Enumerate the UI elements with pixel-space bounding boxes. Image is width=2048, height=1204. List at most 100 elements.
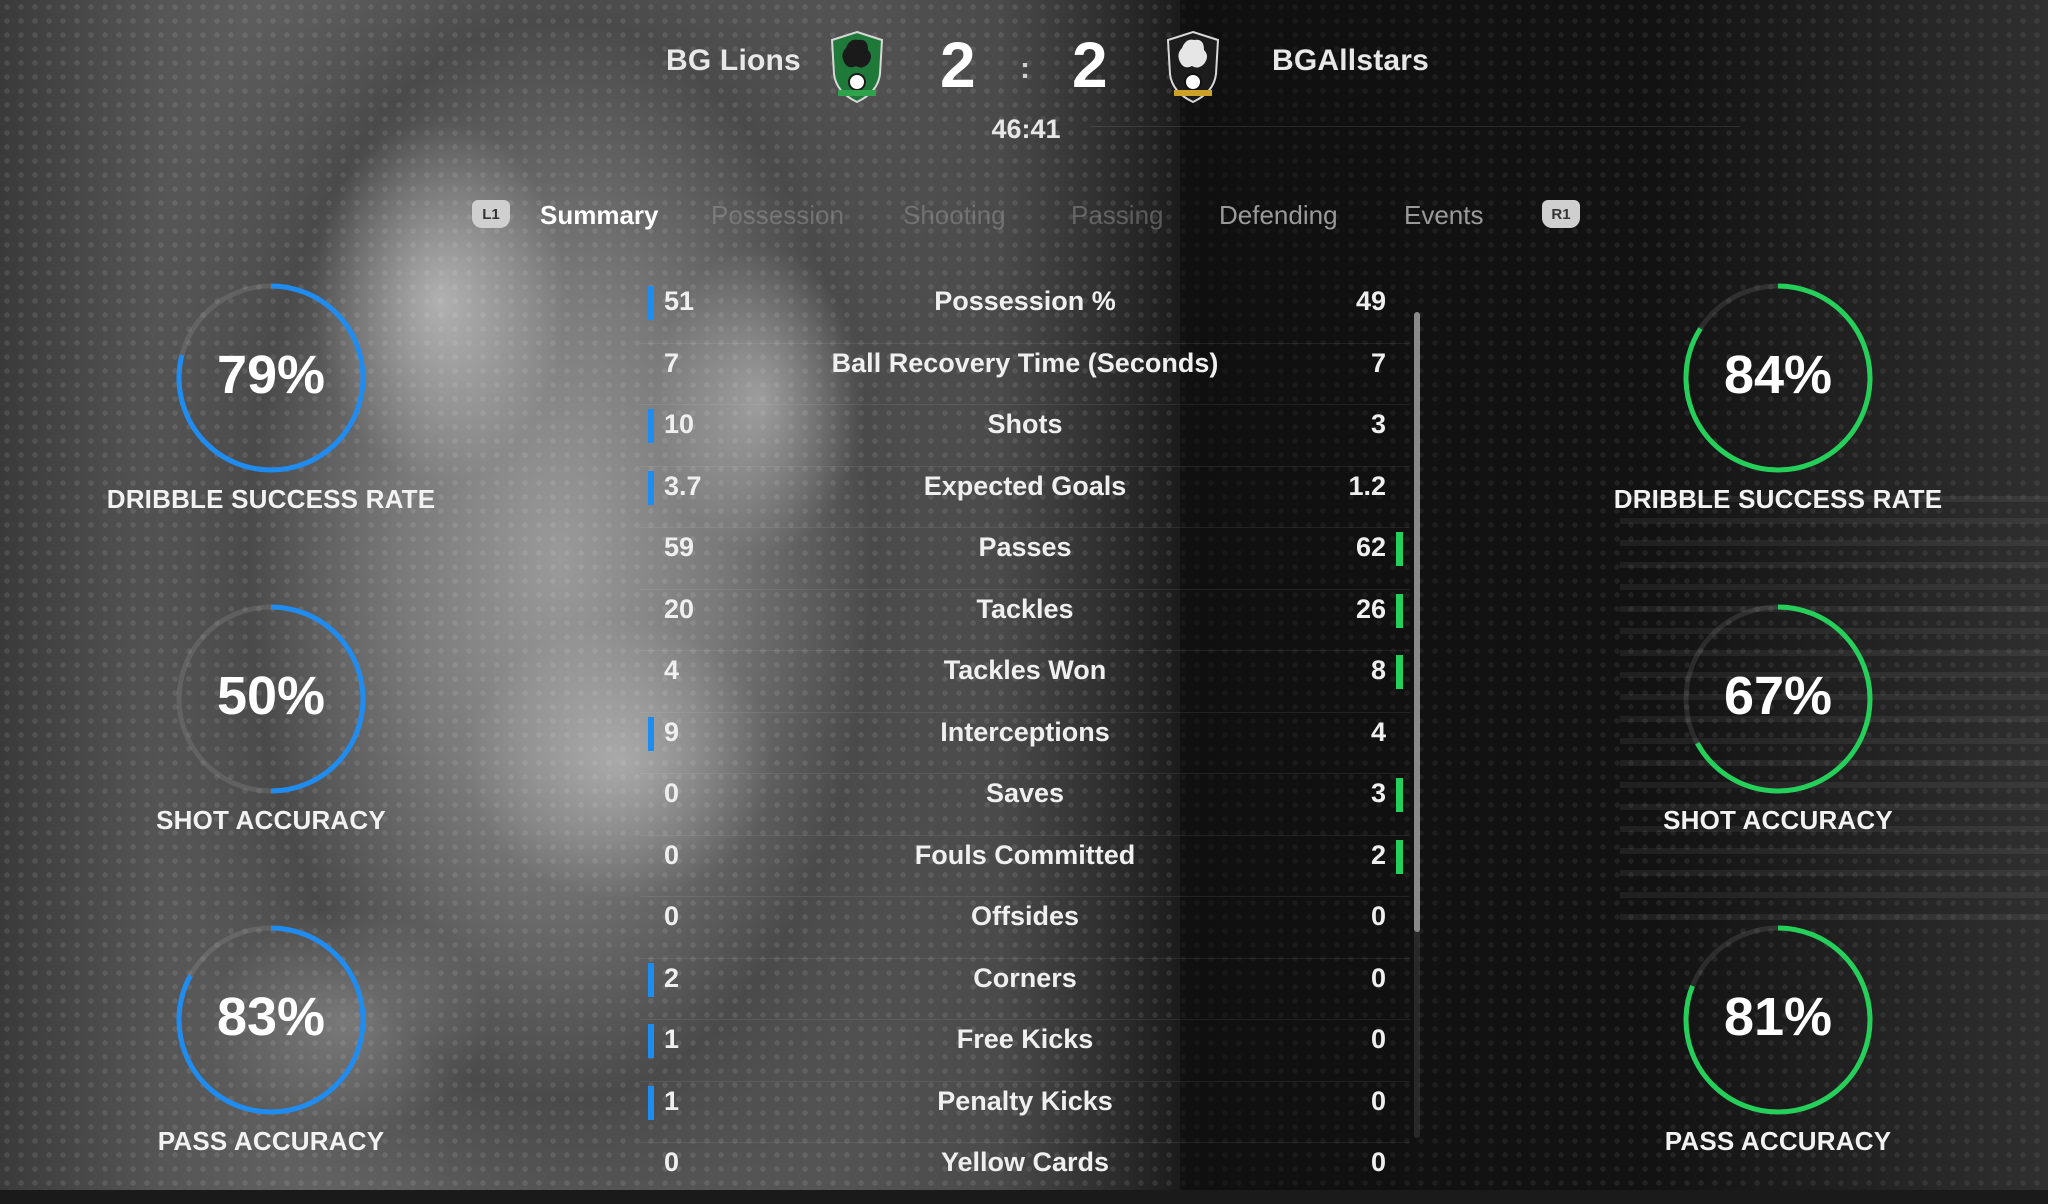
stat-label: Saves <box>985 778 1065 808</box>
home-stat-value: 9 <box>664 716 680 747</box>
stat-ring: 67% SHOT ACCURACY <box>1568 599 1988 835</box>
away-stat-value: 3 <box>1370 409 1386 439</box>
away-stat-value: 0 <box>1370 1024 1386 1054</box>
away-lead-indicator <box>1396 532 1403 566</box>
stat-row: 7 Ball Recovery Time (Seconds) 7 <box>640 344 1410 405</box>
stat-row: 1 Penalty Kicks 0 <box>640 1082 1410 1143</box>
stat-label: Possession % <box>934 286 1116 316</box>
stat-label: Fouls Committed <box>914 839 1136 870</box>
stats-list[interactable]: 51 Possession % 49 7 Ball Recovery Time (Sec… <box>640 282 1410 1204</box>
ring-percentage: 83% <box>216 987 326 1047</box>
home-stat-value: 7 <box>664 347 680 378</box>
stats-scrollbar[interactable] <box>1414 312 1420 1138</box>
ring-label: SHOT ACCURACY <box>156 805 386 835</box>
home-lead-indicator <box>648 1024 654 1058</box>
stat-label: Passes <box>978 532 1072 562</box>
ring-label: PASS ACCURACY <box>157 1126 385 1156</box>
away-lead-indicator <box>1396 778 1403 812</box>
stat-ring: 84% DRIBBLE SUCCESS RATE <box>1568 278 1988 514</box>
home-stat-value: 10 <box>664 409 695 439</box>
home-stat-value: 51 <box>664 286 695 316</box>
home-lead-indicator <box>648 409 654 443</box>
stat-row: 9 Interceptions 4 <box>640 713 1410 774</box>
away-stat-value: 7 <box>1370 347 1386 378</box>
home-stat-value: 1 <box>664 1085 680 1116</box>
home-score: 2 <box>940 29 976 101</box>
r1-bumper-button[interactable]: R1 <box>1542 200 1580 228</box>
home-lead-indicator <box>648 962 654 997</box>
stat-row: 59 Passes 62 <box>640 528 1410 590</box>
home-stat-value: 0 <box>664 778 680 808</box>
ring-label: DRIBBLE SUCCESS RATE <box>1613 484 1943 514</box>
away-stat-value: 4 <box>1370 716 1386 747</box>
stat-label: Ball Recovery Time (Seconds) <box>831 347 1219 378</box>
home-stat-value: 2 <box>664 962 680 993</box>
stat-row: 0 Offsides 0 <box>640 897 1410 959</box>
ring-label: SHOT ACCURACY <box>1663 805 1893 835</box>
home-stat-value: 0 <box>664 1147 680 1177</box>
away-lead-indicator <box>1396 593 1403 628</box>
home-stat-value: 59 <box>664 532 695 562</box>
ring-label: DRIBBLE SUCCESS RATE <box>106 484 436 514</box>
home-lead-indicator <box>648 1085 654 1120</box>
tab-passing[interactable]: Passing <box>1071 200 1164 231</box>
away-stat-value: 49 <box>1355 286 1386 316</box>
stat-row: 10 Shots 3 <box>640 405 1410 467</box>
stat-ring: 50% SHOT ACCURACY <box>61 599 481 835</box>
home-stat-value: 0 <box>664 839 680 870</box>
stat-row: 1 Free Kicks 0 <box>640 1020 1410 1082</box>
home-stat-value: 0 <box>664 901 680 931</box>
home-lead-indicator <box>648 286 654 320</box>
ring-percentage: 50% <box>216 666 326 726</box>
ring-percentage: 81% <box>1723 987 1833 1047</box>
match-clock: 46:41 <box>991 114 1061 144</box>
away-lead-indicator <box>1396 839 1403 874</box>
home-stat-value: 1 <box>664 1024 680 1054</box>
away-stat-value: 8 <box>1370 655 1386 685</box>
home-stat-value: 4 <box>664 655 680 685</box>
away-lead-indicator <box>1396 655 1403 689</box>
tab-defending[interactable]: Defending <box>1219 200 1338 231</box>
away-stat-value: 2 <box>1370 839 1386 870</box>
stat-label: Free Kicks <box>956 1024 1094 1054</box>
l1-bumper-button[interactable]: L1 <box>472 200 510 228</box>
stats-scrollbar-thumb[interactable] <box>1414 312 1420 932</box>
stat-ring: 79% DRIBBLE SUCCESS RATE <box>61 278 481 514</box>
stat-label: Shots <box>987 409 1063 439</box>
stat-label: Offsides <box>970 901 1080 931</box>
away-team-name: BGAllstars <box>1272 44 1430 77</box>
ring-percentage: 84% <box>1723 345 1833 405</box>
home-stat-value: 3.7 <box>664 470 702 501</box>
tab-shooting[interactable]: Shooting <box>903 200 1006 231</box>
stat-row: 3.7 Expected Goals 1.2 <box>640 467 1410 528</box>
away-stat-value: 3 <box>1370 778 1386 808</box>
stats-tab-bar: L1 Summary Possession Shooting Passing D… <box>0 196 2048 240</box>
stat-row: 0 Fouls Committed 2 <box>640 836 1410 897</box>
home-lead-indicator <box>648 716 654 751</box>
stat-row: 51 Possession % 49 <box>640 282 1410 344</box>
stat-ring: 81% PASS ACCURACY <box>1568 920 1988 1156</box>
tab-events[interactable]: Events <box>1404 200 1484 231</box>
score-separator: : <box>1020 52 1030 85</box>
home-stat-value: 20 <box>664 593 695 624</box>
home-lead-indicator <box>648 470 654 505</box>
ring-percentage: 67% <box>1723 666 1833 726</box>
away-stat-value: 0 <box>1370 1085 1386 1116</box>
away-stat-value: 1.2 <box>1348 470 1386 501</box>
tab-possession[interactable]: Possession <box>711 200 844 231</box>
away-team-crest-icon <box>1166 30 1220 104</box>
stat-label: Interceptions <box>940 716 1110 747</box>
header-divider <box>1090 126 1740 127</box>
stat-label: Corners <box>973 962 1077 993</box>
tab-summary[interactable]: Summary <box>540 200 659 231</box>
stat-label: Tackles <box>976 593 1074 624</box>
home-team-name: BG Lions <box>666 44 801 77</box>
ring-percentage: 79% <box>216 345 326 405</box>
stat-label: Penalty Kicks <box>937 1085 1113 1116</box>
stat-row: 0 Yellow Cards 0 <box>640 1143 1410 1204</box>
away-stat-value: 26 <box>1355 593 1386 624</box>
stat-label: Tackles Won <box>943 655 1107 685</box>
away-score: 2 <box>1072 29 1108 101</box>
away-stat-value: 0 <box>1370 1147 1386 1177</box>
stat-row: 2 Corners 0 <box>640 959 1410 1020</box>
